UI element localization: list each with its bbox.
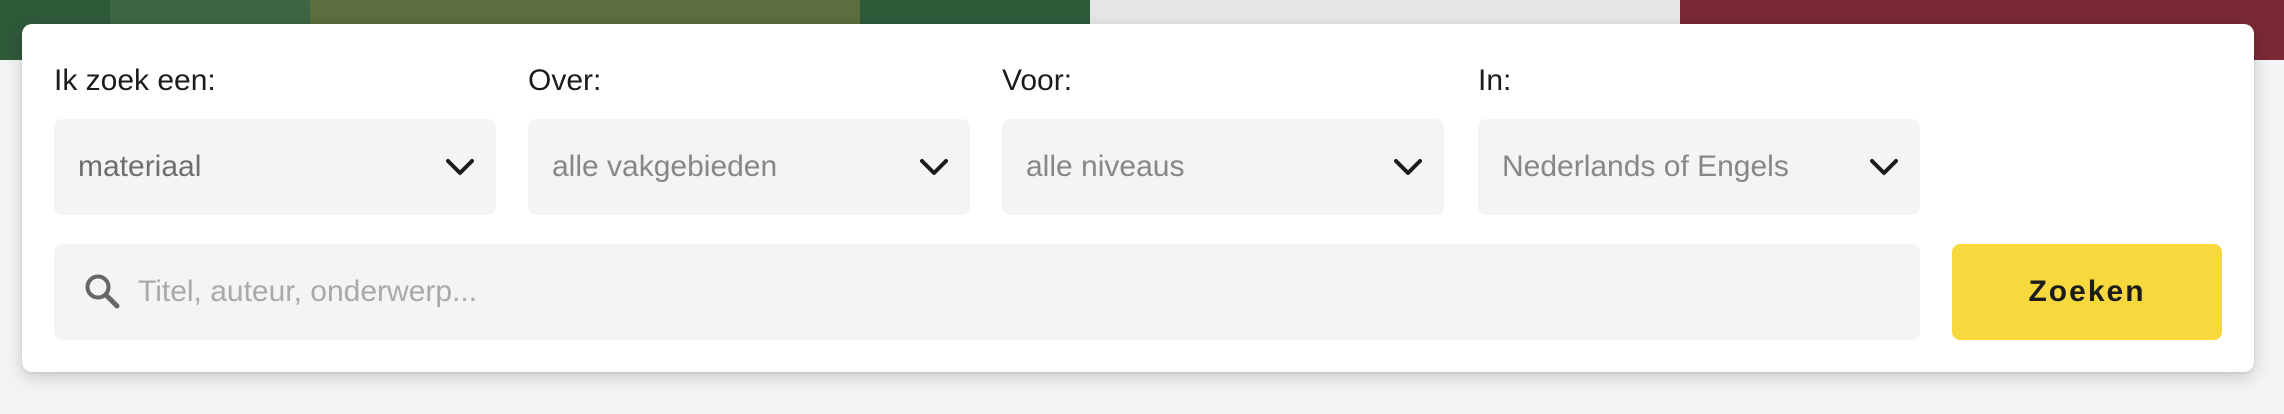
filter-select-language[interactable]: Nederlands of Engels [1478, 119, 1920, 215]
search-field[interactable] [54, 244, 1920, 340]
filter-label-level: Voor: [1002, 64, 1073, 97]
chevron-down-icon [920, 159, 948, 175]
filter-label-type: Ik zoek een: [54, 64, 216, 97]
filter-value-language: Nederlands of Engels [1502, 150, 1789, 183]
search-button[interactable]: Zoeken [1952, 244, 2222, 340]
chevron-down-icon [1870, 159, 1898, 175]
filter-value-level: alle niveaus [1026, 150, 1185, 183]
filter-label-language: In: [1478, 64, 1512, 97]
filter-select-type[interactable]: materiaal [54, 119, 496, 215]
search-icon [85, 274, 120, 309]
chevron-down-icon [446, 159, 474, 175]
search-panel: Ik zoek een: materiaal Over: alle vakgeb… [22, 24, 2254, 372]
filter-value-subject: alle vakgebieden [552, 150, 778, 183]
search-input[interactable] [138, 244, 1898, 340]
filter-select-level[interactable]: alle niveaus [1002, 119, 1444, 215]
chevron-down-icon [1394, 159, 1422, 175]
filter-select-subject[interactable]: alle vakgebieden [528, 119, 970, 215]
filter-label-subject: Over: [528, 64, 602, 97]
filter-value-type: materiaal [78, 150, 202, 183]
